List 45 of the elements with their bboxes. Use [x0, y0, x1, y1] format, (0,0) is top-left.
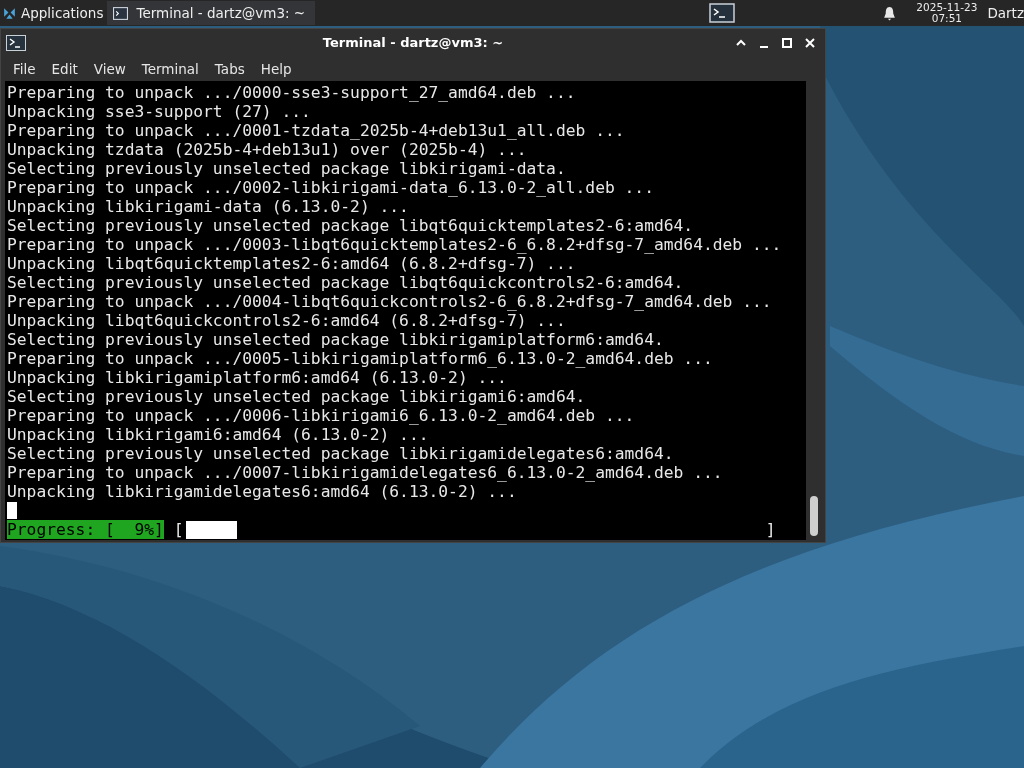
terminal-icon	[6, 34, 26, 51]
terminal-line: Selecting previously unselected package libkirigamidelegates6:amd64.	[7, 444, 675, 463]
user-name[interactable]: Dartz	[987, 5, 1024, 21]
terminal-line: Unpacking libqt6quickcontrols2-6:amd64 (6.8.2+dfsg-7) ...	[7, 311, 567, 330]
applications-menu[interactable]: Applications	[0, 0, 108, 26]
terminal-line: Preparing to unpack .../0003-libqt6quicktemplates2-6_6.8.2+dfsg-7_amd64.deb ...	[7, 235, 783, 254]
terminal-line: Unpacking tzdata (2025b-4+deb13u1) over (2025b-4) ...	[7, 140, 528, 159]
terminal-line: Selecting previously unselected package libqt6quickcontrols2-6:amd64.	[7, 273, 685, 292]
menu-item[interactable]: View	[85, 58, 134, 79]
terminal-line: Unpacking libkirigami-data (6.13.0-2) ...	[7, 197, 410, 216]
terminal-line: Preparing to unpack .../0004-libqt6quickcontrols2-6_6.8.2+dfsg-7_amd64.deb ...	[7, 292, 773, 311]
terminal-line: Preparing to unpack .../0001-tzdata_2025b-4+deb13u1_all.deb ...	[7, 121, 626, 140]
terminal-line: Preparing to unpack .../0006-libkirigami6_6.13.0-2_amd64.deb ...	[7, 406, 636, 425]
progress-label: Progress: [ 9%]	[7, 520, 164, 539]
terminal-line: Unpacking sse3-support (27) ...	[7, 102, 312, 121]
terminal-line: Unpacking libkirigami6:amd64 (6.13.0-2) ...	[7, 425, 430, 444]
close-icon[interactable]	[804, 36, 816, 49]
progress-bracket: [	[173, 520, 184, 539]
clock-date: 2025-11-23	[916, 2, 978, 13]
menu-item[interactable]: File	[5, 58, 44, 79]
terminal-line: Selecting previously unselected package libkirigami-data.	[7, 159, 567, 178]
terminal-line: Selecting previously unselected package libkirigamiplatform6:amd64.	[7, 330, 665, 349]
menu-item[interactable]: Help	[252, 58, 300, 79]
terminal-line: Preparing to unpack .../0002-libkirigami-data_6.13.0-2_all.deb ...	[7, 178, 655, 197]
terminal-line: Unpacking libqt6quicktemplates2-6:amd64 (6.8.2+dfsg-7) ...	[7, 254, 577, 273]
text-cursor	[7, 502, 17, 519]
taskbar-button[interactable]: Terminal - dartz@vm3: ~	[107, 1, 316, 25]
maximize-icon[interactable]	[781, 36, 793, 49]
bell-icon[interactable]	[883, 5, 897, 21]
terminal-line: Preparing to unpack .../0000-sse3-support_27_amd64.deb ...	[7, 83, 577, 102]
terminal-icon	[113, 6, 129, 20]
terminal-line: Selecting previously unselected package libkirigami6:amd64.	[7, 387, 587, 406]
scrollbar-thumb[interactable]	[810, 496, 818, 536]
terminal-line: Preparing to unpack .../0007-libkirigamidelegates6_6.13.0-2_amd64.deb ...	[7, 463, 724, 482]
window-title: Terminal - dartz@vm3: ~	[322, 35, 504, 50]
terminal-icon[interactable]	[709, 3, 736, 23]
progress-bracket: ]	[765, 520, 776, 539]
menu-item[interactable]: Edit	[43, 58, 86, 79]
terminal-line: Preparing to unpack .../0005-libkirigamiplatform6_6.13.0-2_amd64.deb ...	[7, 349, 714, 368]
clock-time: 07:51	[931, 13, 962, 24]
terminal-line: Unpacking libkirigamiplatform6:amd64 (6.13.0-2) ...	[7, 368, 508, 387]
terminal-line: Unpacking libkirigamidelegates6:amd64 (6.13.0-2) ...	[7, 482, 518, 501]
menu-item[interactable]: Terminal	[133, 58, 207, 79]
menu-item[interactable]: Tabs	[206, 58, 253, 79]
terminal-line: Selecting previously unselected package libqt6quicktemplates2-6:amd64.	[7, 216, 695, 235]
